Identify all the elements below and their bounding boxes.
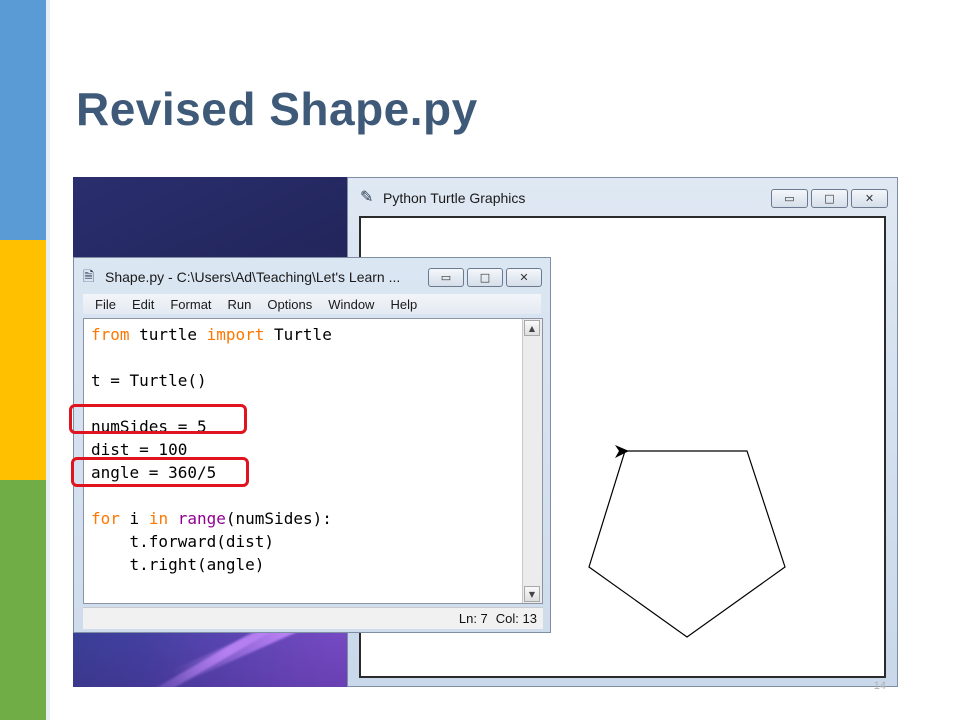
turtle-window-title: Python Turtle Graphics	[383, 190, 526, 206]
code-text: turtle	[129, 325, 207, 344]
column-number: Col: 13	[495, 611, 537, 626]
keyword: in	[148, 509, 169, 528]
python-file-icon: 🗎	[83, 269, 95, 285]
menu-format[interactable]: Format	[162, 297, 219, 312]
minimize-button[interactable]: ▭	[428, 268, 464, 287]
highlight-angle	[71, 457, 249, 487]
close-button[interactable]: ✕	[506, 268, 542, 287]
cursor-position: Ln: 7 Col: 13	[451, 611, 537, 626]
idle-titlebar[interactable]: 🗎 Shape.py - C:\Users\Ad\Teaching\Let's …	[74, 258, 550, 296]
source-code[interactable]: from turtle import Turtle t = Turtle() n…	[91, 323, 332, 576]
code-text: i	[119, 509, 149, 528]
code-line: t.forward(dist)	[91, 532, 275, 551]
turtle-window-controls: ▭ □ ✕	[771, 189, 888, 208]
code-line: t.right(angle)	[91, 555, 265, 574]
keyword: for	[91, 509, 120, 528]
blue-strip	[0, 0, 46, 240]
builtin: range	[177, 509, 226, 528]
line-number: Ln: 7	[458, 611, 488, 626]
feather-icon: ✎	[360, 187, 374, 206]
turtle-cursor-icon	[615, 445, 629, 458]
close-button[interactable]: ✕	[851, 189, 888, 208]
idle-window-title: Shape.py - C:\Users\Ad\Teaching\Let's Le…	[105, 269, 401, 285]
idle-window-controls: ▭ □ ✕	[428, 268, 542, 287]
page-number: 14	[873, 680, 886, 692]
idle-editor-window: 🗎 Shape.py - C:\Users\Ad\Teaching\Let's …	[73, 257, 551, 633]
yellow-strip	[0, 240, 46, 480]
turtle-titlebar[interactable]: ✎ Python Turtle Graphics ▭ □ ✕	[348, 178, 897, 216]
pentagon-shape	[588, 450, 786, 638]
keyword: import	[206, 325, 265, 344]
menu-options[interactable]: Options	[259, 297, 320, 312]
strip-edge	[46, 0, 50, 720]
menu-window[interactable]: Window	[320, 297, 382, 312]
code-text: (numSides):	[225, 509, 332, 528]
maximize-button[interactable]: □	[467, 268, 503, 287]
scroll-down-icon[interactable]: ▼	[524, 586, 540, 602]
code-line: t = Turtle()	[91, 371, 207, 390]
green-strip	[0, 480, 46, 720]
menu-run[interactable]: Run	[220, 297, 260, 312]
maximize-button[interactable]: □	[811, 189, 848, 208]
code-text: Turtle	[264, 325, 332, 344]
menu-file[interactable]: File	[87, 297, 124, 312]
highlight-numsides	[69, 404, 247, 434]
status-bar: Ln: 7 Col: 13	[83, 607, 543, 629]
slide-title: Revised Shape.py	[76, 83, 478, 135]
menu-help[interactable]: Help	[382, 297, 425, 312]
menu-edit[interactable]: Edit	[124, 297, 162, 312]
menu-bar: File Edit Format Run Options Window Help	[83, 294, 541, 314]
vertical-scrollbar[interactable]: ▲ ▼	[522, 319, 542, 603]
scroll-up-icon[interactable]: ▲	[524, 320, 540, 336]
keyword: from	[91, 325, 130, 344]
minimize-button[interactable]: ▭	[771, 189, 808, 208]
